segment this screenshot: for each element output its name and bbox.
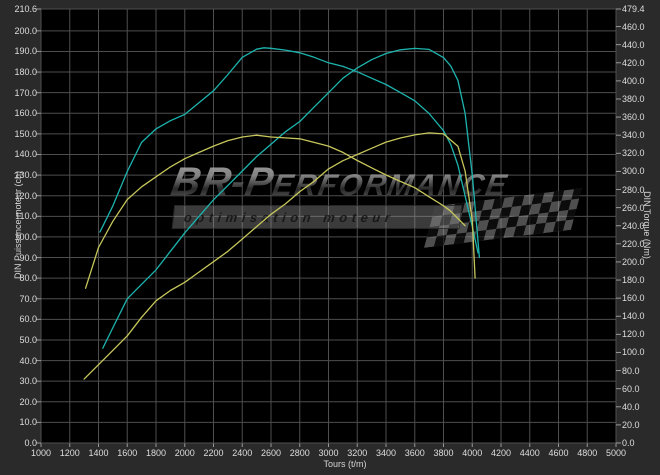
- y-left-tick-label: 60.0: [1, 314, 37, 324]
- y-right-tick-label: 260.0: [622, 203, 645, 213]
- y-right-tick-label: 140.0: [622, 311, 645, 321]
- y-right-tick-label: 20.0: [622, 420, 640, 430]
- x-tick-label: 5000: [599, 448, 633, 458]
- y-right-tick-label: 120.0: [622, 329, 645, 339]
- dyno-chart-page: BR-PERFORMANCE optimisation moteur DIN P…: [0, 0, 660, 475]
- y-left-tick-label: 20.0: [1, 397, 37, 407]
- y-left-tick-label: 140.0: [1, 149, 37, 159]
- y-left-tick-label: 50.0: [1, 335, 37, 345]
- y-axis-left-title: DIN Puissance moteur (ch): [13, 165, 23, 285]
- plot-area: BR-PERFORMANCE optimisation moteur: [41, 9, 616, 443]
- y-left-tick-label: 180.0: [1, 67, 37, 77]
- y-left-tick-label: 70.0: [1, 294, 37, 304]
- y-right-tick-label: 220.0: [622, 239, 645, 249]
- y-left-tick-label: 200.0: [1, 26, 37, 36]
- y-left-tick-label: 160.0: [1, 108, 37, 118]
- y-right-tick-label: 479.4: [622, 4, 645, 14]
- y-left-tick-label: 40.0: [1, 356, 37, 366]
- y-right-tick-label: 100.0: [622, 347, 645, 357]
- y-right-tick-label: 440.0: [622, 40, 645, 50]
- y-right-tick-label: 180.0: [622, 275, 645, 285]
- dyno-curves-layer: [41, 9, 616, 443]
- y-right-tick-label: 420.0: [622, 58, 645, 68]
- y-right-tick-label: 400.0: [622, 76, 645, 86]
- y-right-tick-label: 460.0: [622, 22, 645, 32]
- y-right-tick-label: 240.0: [622, 221, 645, 231]
- y-right-tick-label: 380.0: [622, 94, 645, 104]
- y-right-tick-label: 340.0: [622, 130, 645, 140]
- y-left-tick-label: 0.0: [1, 438, 37, 448]
- y-right-tick-label: 320.0: [622, 148, 645, 158]
- curve-couple-optimise: [100, 48, 478, 253]
- y-right-tick-label: 280.0: [622, 185, 645, 195]
- y-left-tick-label: 120.0: [1, 191, 37, 201]
- y-right-tick-label: 60.0: [622, 384, 640, 394]
- y-left-tick-label: 30.0: [1, 376, 37, 386]
- y-left-tick-label: 100.0: [1, 232, 37, 242]
- y-right-tick-label: 360.0: [622, 112, 645, 122]
- x-axis-title: Tours (t/m): [285, 459, 405, 469]
- y-left-tick-label: 90.0: [1, 253, 37, 263]
- y-right-tick-label: 300.0: [622, 166, 645, 176]
- y-left-tick-label: 80.0: [1, 273, 37, 283]
- y-right-tick-label: 200.0: [622, 257, 645, 267]
- y-left-tick-label: 210.6: [1, 4, 37, 14]
- y-left-tick-label: 170.0: [1, 88, 37, 98]
- y-left-tick-label: 190.0: [1, 46, 37, 56]
- y-left-tick-label: 150.0: [1, 129, 37, 139]
- y-right-tick-label: 80.0: [622, 366, 640, 376]
- y-right-tick-label: 0.0: [622, 438, 635, 448]
- y-right-tick-label: 160.0: [622, 293, 645, 303]
- y-right-tick-label: 40.0: [622, 402, 640, 412]
- y-left-tick-label: 110.0: [1, 211, 37, 221]
- y-left-tick-label: 130.0: [1, 170, 37, 180]
- curve-puissance-origine: [84, 133, 475, 379]
- y-left-tick-label: 10.0: [1, 417, 37, 427]
